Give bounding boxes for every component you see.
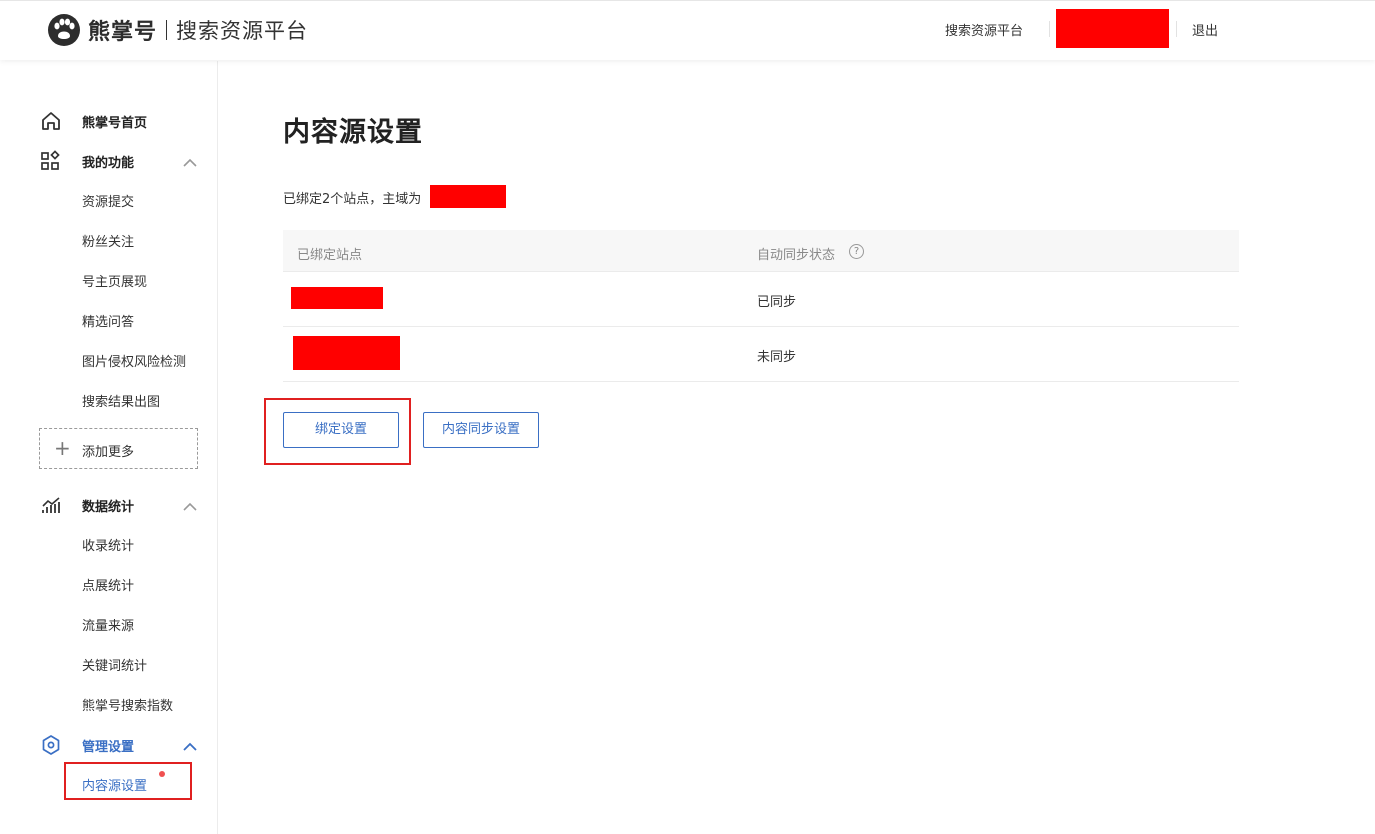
- logout-link[interactable]: 退出: [1192, 20, 1218, 39]
- sidebar-group-management[interactable]: 管理设置: [0, 733, 218, 757]
- sidebar-item-index-stats[interactable]: 收录统计: [82, 535, 134, 554]
- table-row: 已同步: [283, 272, 1239, 327]
- sidebar-item-image-risk[interactable]: 图片侵权风险检测: [82, 351, 186, 370]
- sidebar: 熊掌号首页 我的功能 资源提交 粉丝关注 号主页展现 精选问答 图片侵权风险检测…: [0, 61, 218, 834]
- sidebar-item-label: 熊掌号首页: [82, 116, 148, 131]
- table-header: 已绑定站点 自动同步状态 ?: [283, 230, 1239, 272]
- sidebar-item-fans[interactable]: 粉丝关注: [82, 231, 134, 250]
- add-more-button[interactable]: + 添加更多: [39, 428, 198, 469]
- help-icon[interactable]: ?: [849, 244, 864, 259]
- header-divider: [1049, 21, 1050, 37]
- sidebar-item-click-display-stats[interactable]: 点展统计: [82, 575, 134, 594]
- chevron-up-icon[interactable]: [182, 738, 198, 751]
- sidebar-item-keyword-stats[interactable]: 关键词统计: [82, 655, 147, 674]
- sidebar-group-data-stats[interactable]: 数据统计: [0, 493, 218, 517]
- paw-logo-icon: [48, 14, 80, 46]
- sidebar-item-label: 内容源设置: [82, 779, 148, 794]
- chevron-up-icon[interactable]: [182, 498, 198, 511]
- platform-link[interactable]: 搜索资源平台: [945, 20, 1023, 39]
- redacted-username[interactable]: [1056, 9, 1169, 48]
- brand-name: 熊掌号: [88, 20, 158, 45]
- bind-settings-button[interactable]: 绑定设置: [283, 412, 399, 448]
- top-header: 熊掌号 搜索资源平台 搜索资源平台 退出: [0, 0, 1375, 60]
- sidebar-group-label: 我的功能: [82, 156, 135, 171]
- column-header-site: 已绑定站点: [297, 248, 363, 263]
- sidebar-item-home[interactable]: 熊掌号首页: [0, 109, 218, 133]
- chevron-up-icon[interactable]: [182, 154, 198, 167]
- sidebar-item-homepage-display[interactable]: 号主页展现: [82, 271, 147, 290]
- grid-icon: [40, 150, 62, 172]
- page-title: 内容源设置: [283, 117, 423, 148]
- sync-status: 未同步: [757, 350, 797, 365]
- chart-icon: [40, 494, 62, 516]
- header-divider: [1176, 21, 1177, 37]
- sidebar-item-qa[interactable]: 精选问答: [82, 311, 134, 330]
- home-icon: [40, 110, 62, 132]
- sidebar-group-my-functions[interactable]: 我的功能: [0, 149, 218, 173]
- sidebar-group-label: 管理设置: [82, 740, 135, 755]
- brand-subtitle: 搜索资源平台: [176, 19, 309, 43]
- brand-divider: [166, 20, 168, 40]
- sidebar-item-traffic-source[interactable]: 流量来源: [82, 615, 134, 634]
- redacted-main-domain: [430, 185, 506, 208]
- logo[interactable]: 熊掌号 搜索资源平台: [48, 13, 308, 47]
- plus-icon: +: [54, 436, 71, 460]
- sidebar-item-content-source[interactable]: 内容源设置: [64, 762, 192, 800]
- add-more-label: 添加更多: [82, 445, 135, 460]
- column-header-sync-status: 自动同步状态: [757, 248, 836, 263]
- redacted-site: [291, 287, 383, 309]
- sidebar-item-resource-submit[interactable]: 资源提交: [82, 191, 134, 210]
- notification-dot: [159, 771, 165, 777]
- sync-status: 已同步: [757, 295, 797, 310]
- sidebar-item-search-index[interactable]: 熊掌号搜索指数: [82, 695, 173, 714]
- table-row: 未同步: [283, 327, 1239, 382]
- redacted-site: [293, 336, 400, 370]
- sidebar-item-search-image[interactable]: 搜索结果出图: [82, 391, 160, 410]
- content-sync-settings-button[interactable]: 内容同步设置: [423, 412, 539, 448]
- bound-sites-summary: 已绑定2个站点，主域为: [283, 192, 422, 207]
- settings-hexagon-icon: [40, 734, 62, 756]
- sidebar-group-label: 数据统计: [82, 500, 135, 515]
